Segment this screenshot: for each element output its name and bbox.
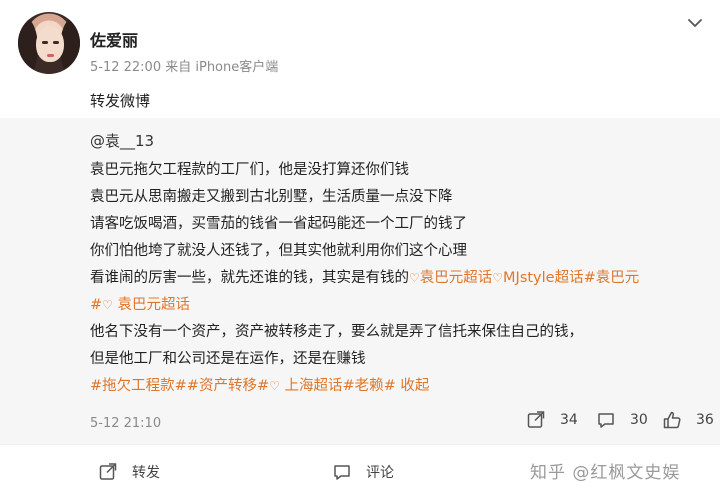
repost-icon xyxy=(99,463,117,480)
collapse-link[interactable]: 收起 xyxy=(400,378,429,394)
like-count: 36 xyxy=(696,412,714,428)
topic-tag[interactable]: # xyxy=(90,297,102,313)
watermark: 知乎 @红枫文史娱 xyxy=(530,463,681,483)
avatar-eye-right xyxy=(53,41,59,44)
original-line: 他名下没有一个资产，资产被转移走了，要么就是弄了信托来保住自己的钱， xyxy=(90,324,583,340)
avatar-eye-left xyxy=(42,41,48,44)
heart-icon: ♡ xyxy=(102,298,113,312)
heart-icon: ♡ xyxy=(492,271,504,285)
repost-button[interactable]: 转发 xyxy=(98,462,160,482)
original-line: 请客吃饭喝酒，买雪茄的钱省一省起码能还一个工厂的钱了 xyxy=(90,216,467,232)
line-text: 看谁闹的厉害一些，就先还谁的钱，其实是有钱的 xyxy=(90,270,409,286)
original-repost-button[interactable]: 34 xyxy=(526,410,578,430)
original-line: 但是他工厂和公司还是在运作，还是在赚钱 xyxy=(90,351,366,367)
user-name[interactable]: 佐爱丽 xyxy=(90,27,138,51)
original-line-6: #♡ 袁巴元超话 xyxy=(90,293,190,314)
original-line-9: #拖欠工程款##资产转移#♡ 上海超话#老赖# 收起 xyxy=(90,374,429,395)
heart-icon: ♡ xyxy=(269,379,280,393)
original-line: 袁巴元拖欠工程款的工厂们，他是没打算还你们钱 xyxy=(90,162,409,178)
original-line-5: 看谁闹的厉害一些，就先还谁的钱，其实是有钱的♡袁巴元超话♡MJstyle超话#袁… xyxy=(90,266,639,287)
topic-tag[interactable]: MJstyle超话 xyxy=(503,270,584,286)
comment-button[interactable]: 评论 xyxy=(332,462,394,482)
divider xyxy=(0,444,720,445)
repost-text: 转发微博 xyxy=(90,92,151,110)
repost-count: 34 xyxy=(560,412,578,428)
original-time: 5-12 21:10 xyxy=(90,416,162,431)
comment-icon xyxy=(334,465,350,480)
heart-icon: ♡ xyxy=(409,271,420,285)
avatar-lip xyxy=(47,54,54,57)
avatar-hair-left xyxy=(18,18,38,74)
topic-tag[interactable]: #拖欠工程款##资产转移# xyxy=(90,378,269,394)
topic-tag[interactable]: 袁巴元超话 xyxy=(420,270,493,286)
original-comment-button[interactable]: 30 xyxy=(596,410,648,430)
topic-tag[interactable]: #老赖# xyxy=(342,378,395,394)
original-like-button[interactable]: 36 xyxy=(662,410,714,430)
comment-icon xyxy=(598,413,614,428)
avatar[interactable] xyxy=(18,12,80,74)
topic-tag[interactable]: #袁巴元 xyxy=(584,270,640,286)
post-meta: 5-12 22:00 来自 iPhone客户端 xyxy=(90,60,279,75)
original-post: @袁__13 袁巴元拖欠工程款的工厂们，他是没打算还你们钱 袁巴元从思南搬走又搬… xyxy=(0,118,720,444)
like-icon xyxy=(663,411,681,429)
repost-icon xyxy=(527,411,545,428)
comment-count: 30 xyxy=(630,412,648,428)
topic-tag[interactable]: 上海超话 xyxy=(284,378,342,394)
original-line: 袁巴元从思南搬走又搬到古北别墅，生活质量一点没下降 xyxy=(90,189,453,205)
original-line: 你们怕他垮了就没人还钱了，但其实他就利用你们这个心理 xyxy=(90,243,467,259)
original-author[interactable]: @袁__13 xyxy=(90,130,154,151)
topic-tag[interactable]: 袁巴元超话 xyxy=(118,297,191,313)
chevron-down-icon[interactable] xyxy=(686,14,704,32)
repost-label: 转发 xyxy=(132,465,160,481)
comment-label: 评论 xyxy=(366,465,394,481)
